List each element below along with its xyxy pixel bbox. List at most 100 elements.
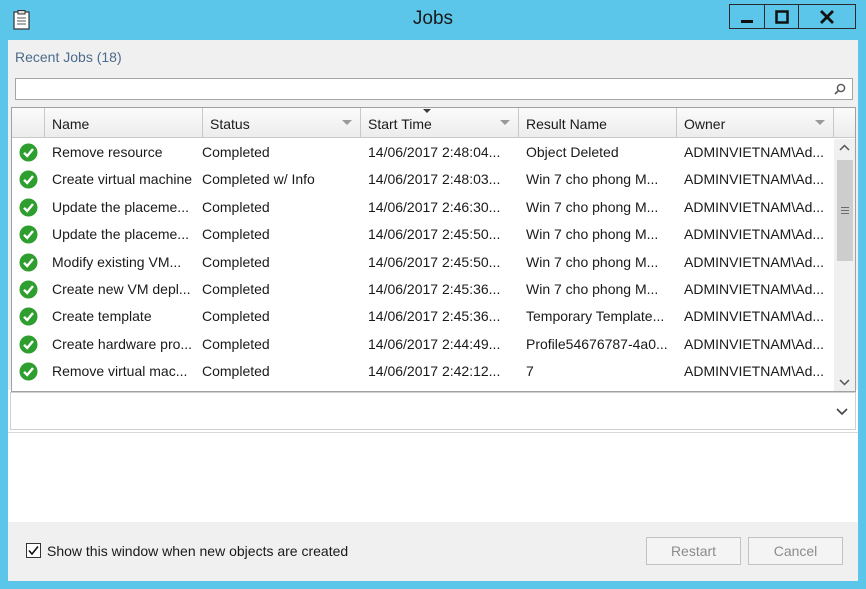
table-row[interactable]: Create virtual machine Completed w/ Info 1… [12,166,834,193]
cell-name: Update the placeme... [52,226,189,243]
cell-name: Create virtual machine [52,171,193,188]
cell-result-name: Profile54676787-4a0... [526,335,668,352]
column-header-status-icon[interactable] [12,108,45,138]
cell-owner: ADMINVIETNAM\Ad... [684,363,825,380]
search-input[interactable] [16,79,826,99]
minimize-button[interactable] [729,4,765,29]
table-row[interactable]: Modify existing VM... Completed 14/06/2017… [12,249,834,276]
cell-name: Remove resource [52,144,163,160]
filter-dropdown-icon[interactable] [500,120,510,125]
cell-owner: ADMINVIETNAM\Ad... [684,335,825,352]
sort-descending-icon [423,109,431,113]
column-header-start-time[interactable]: Start Time [361,108,519,138]
cell-start-time: 14/06/2017 2:44:49... [368,335,501,352]
cell-result-name: Win 7 cho phong M... [526,198,659,215]
maximize-icon [774,9,789,24]
column-header-label: Result Name [526,116,607,132]
window-client: Recent Jobs (18) Name Status Start Time … [8,40,858,581]
scroll-down-button[interactable] [834,373,855,391]
table-row[interactable]: Update the placeme... Completed 14/06/2017… [12,221,834,248]
cell-status: Completed [202,253,270,270]
column-header-owner[interactable]: Owner [677,108,834,138]
jobs-table: Name Status Start Time Result Name Owner [11,107,856,392]
cell-result-name: Win 7 cho phong M... [526,253,659,270]
maximize-button[interactable] [764,4,799,29]
cell-name: Update the placeme... [52,198,189,215]
search-field[interactable] [15,78,853,100]
restart-button[interactable]: Restart [646,537,741,565]
show-window-label[interactable]: Show this window when new objects are cr… [47,543,348,559]
status-completed-icon [19,280,38,299]
close-icon [820,9,834,24]
title-bar[interactable]: Jobs [0,0,866,40]
cell-owner: ADMINVIETNAM\Ad... [684,171,825,188]
status-completed-icon [19,198,38,217]
table-row[interactable]: Remove resource Completed 14/06/2017 2:48:… [12,139,834,166]
cell-status: Completed [202,226,270,243]
column-header-status[interactable]: Status [203,108,361,138]
cell-status: Completed [202,308,270,325]
vertical-scrollbar[interactable] [834,139,855,391]
cell-start-time: 14/06/2017 2:45:36... [368,308,501,325]
table-row[interactable]: Create template Completed 14/06/2017 2:45:… [12,303,834,330]
cell-start-time: 14/06/2017 2:48:03... [368,171,501,188]
close-button[interactable] [798,4,856,29]
recent-jobs-label: Recent Jobs (18) [15,49,122,65]
jobs-window: Jobs Recent Jobs (18) Name Status Start … [0,0,866,589]
chevron-down-icon [839,379,850,386]
cell-start-time: 14/06/2017 2:45:50... [368,226,501,243]
filter-dropdown-icon[interactable] [815,120,825,125]
status-completed-icon [19,225,38,244]
filter-dropdown-icon[interactable] [342,120,352,125]
cell-status: Completed [202,144,270,160]
cell-start-time: 14/06/2017 2:45:36... [368,281,501,297]
scroll-thumb[interactable] [837,160,853,261]
cell-name: Create template [52,308,152,325]
status-completed-icon [19,143,38,162]
cell-result-name: 7 [526,363,534,380]
cell-status: Completed [202,281,270,297]
table-header: Name Status Start Time Result Name Owner [12,108,855,138]
cell-result-name: Win 7 cho phong M... [526,281,659,297]
chevron-down-icon[interactable] [835,404,849,418]
cell-owner: ADMINVIETNAM\Ad... [684,144,825,160]
cell-result-name: Win 7 cho phong M... [526,226,659,243]
cell-start-time: 14/06/2017 2:48:04... [368,144,501,160]
minimize-icon [741,19,753,23]
table-row[interactable]: Update the placeme... Completed 14/06/2017… [12,194,834,221]
cell-result-name: Win 7 cho phong M... [526,171,659,188]
cell-status: Completed [202,335,270,352]
column-header-result-name[interactable]: Result Name [519,108,677,138]
cell-name: Remove virtual mac... [52,363,188,380]
cell-start-time: 14/06/2017 2:46:30... [368,198,501,215]
table-row[interactable]: Create hardware pro... Completed 14/06/201… [12,331,834,358]
cell-owner: ADMINVIETNAM\Ad... [684,308,825,325]
cell-status: Completed w/ Info [202,171,315,188]
column-header-label: Owner [684,116,726,132]
chevron-up-icon [839,144,850,151]
cell-name: Create hardware pro... [52,335,193,352]
show-window-checkbox[interactable] [26,543,41,558]
footer-bar: Show this window when new objects are cr… [8,522,858,581]
scroll-up-button[interactable] [834,139,855,157]
checkmark-icon [28,546,39,556]
column-header-name[interactable]: Name [45,108,203,138]
cell-owner: ADMINVIETNAM\Ad... [684,226,825,243]
status-completed-icon [19,335,38,354]
job-details-panel [8,432,858,524]
table-body: Remove resource Completed 14/06/2017 2:48:… [12,139,834,391]
table-row[interactable]: Create new VM depl... Completed 14/06/2017… [12,276,834,303]
cell-start-time: 14/06/2017 2:45:50... [368,253,501,270]
cell-owner: ADMINVIETNAM\Ad... [684,281,825,297]
job-details-expander[interactable] [10,392,856,430]
cell-name: Modify existing VM... [52,253,182,270]
cancel-button[interactable]: Cancel [748,537,843,565]
cell-start-time: 14/06/2017 2:42:12... [368,363,501,380]
search-icon[interactable] [834,83,846,95]
column-header-label: Name [52,116,90,132]
cell-result-name: Temporary Template... [526,308,665,325]
table-row[interactable]: Remove virtual mac... Completed 14/06/2017… [12,358,834,385]
cell-owner: ADMINVIETNAM\Ad... [684,253,825,270]
status-completed-icon [19,170,38,189]
cell-result-name: Object Deleted [526,144,619,160]
